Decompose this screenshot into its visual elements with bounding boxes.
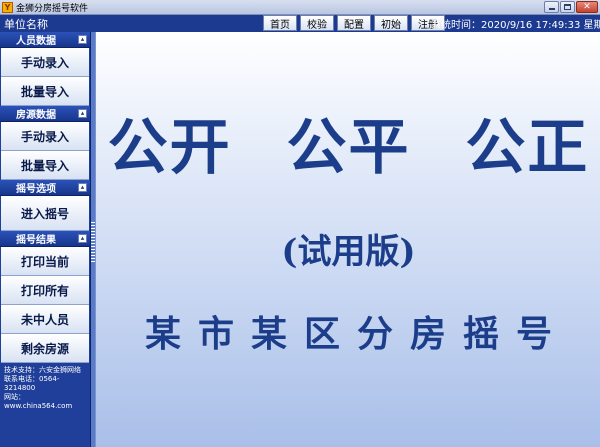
sidebar-item-housing-manual[interactable]: 手动录入 [1, 122, 89, 151]
sidebar-item-person-import[interactable]: 批量导入 [1, 77, 89, 106]
app-icon: Y [2, 1, 13, 13]
section-title: 摇号选项 [16, 184, 56, 195]
system-time: 系统时间：2020/9/16 17:49:33 星期三 [431, 20, 600, 31]
edition-label: (试用版) [281, 232, 416, 272]
close-button[interactable]: ✕ [576, 1, 598, 13]
window-title: 金狮分房摇号软件 [16, 3, 89, 14]
sidebar-item-housing-import[interactable]: 批量导入 [1, 151, 89, 180]
support-info: 技术支持：六安金狮网络 联系电话：0564-3214800 网站：www.chi… [4, 366, 90, 411]
sidebar-item-person-manual[interactable]: 手动录入 [1, 48, 89, 77]
close-icon: ✕ [583, 1, 591, 12]
title-bar: Y 金狮分房摇号软件 ✕ [0, 0, 600, 15]
section-title: 人员数据 [16, 36, 56, 47]
nav-verify-button[interactable]: 校验 [300, 15, 334, 31]
unit-name: 单位名称 [4, 17, 48, 31]
sidebar-item-print-all[interactable]: 打印所有 [1, 276, 89, 305]
minimize-button[interactable] [544, 1, 559, 13]
app-header: 单位名称 首页 校验 配置 初始 注册 系统时间：2020/9/16 17:49… [0, 15, 600, 32]
support-tech: 技术支持：六安金狮网络 [4, 366, 81, 374]
sidebar-item-remaining-housing[interactable]: 剩余房源 [1, 334, 89, 363]
collapse-icon[interactable]: ▴ [78, 234, 87, 243]
section-header-lottery-results[interactable]: 摇号结果 ▴ [0, 231, 90, 247]
maximize-icon [564, 4, 571, 10]
support-phone: 联系电话：0564-3214800 [4, 375, 60, 392]
collapse-icon[interactable]: ▴ [78, 109, 87, 118]
collapse-icon[interactable]: ▴ [78, 35, 87, 44]
project-title: 某市某区分房摇号 [144, 313, 569, 355]
nav-config-button[interactable]: 配置 [337, 15, 371, 31]
section-header-housing-data[interactable]: 房源数据 ▴ [0, 106, 90, 122]
window-controls: ✕ [544, 1, 598, 13]
nav-home-button[interactable]: 首页 [263, 15, 297, 31]
top-nav: 首页 校验 配置 初始 注册 [263, 15, 445, 31]
section-header-person-data[interactable]: 人员数据 ▴ [0, 32, 90, 48]
section-header-lottery-options[interactable]: 摇号选项 ▴ [0, 180, 90, 196]
sidebar: 人员数据 ▴ 手动录入 批量导入 房源数据 ▴ 手动录入 批量导入 摇号选项 ▴… [0, 32, 91, 447]
support-site[interactable]: 网站：www.china564.com [4, 393, 90, 411]
sidebar-item-print-current[interactable]: 打印当前 [1, 247, 89, 276]
sidebar-item-not-selected[interactable]: 未中人员 [1, 305, 89, 334]
collapse-icon[interactable]: ▴ [78, 183, 87, 192]
section-title: 摇号结果 [16, 235, 56, 246]
nav-init-button[interactable]: 初始 [374, 15, 408, 31]
slogan: 公开 公平 公正 [107, 113, 590, 183]
section-title: 房源数据 [16, 110, 56, 121]
maximize-button[interactable] [560, 1, 575, 13]
main-panel: 公开 公平 公正 (试用版) 某市某区分房摇号 [95, 32, 600, 447]
minimize-icon [548, 8, 555, 10]
sidebar-item-enter-lottery[interactable]: 进入摇号 [1, 196, 89, 231]
